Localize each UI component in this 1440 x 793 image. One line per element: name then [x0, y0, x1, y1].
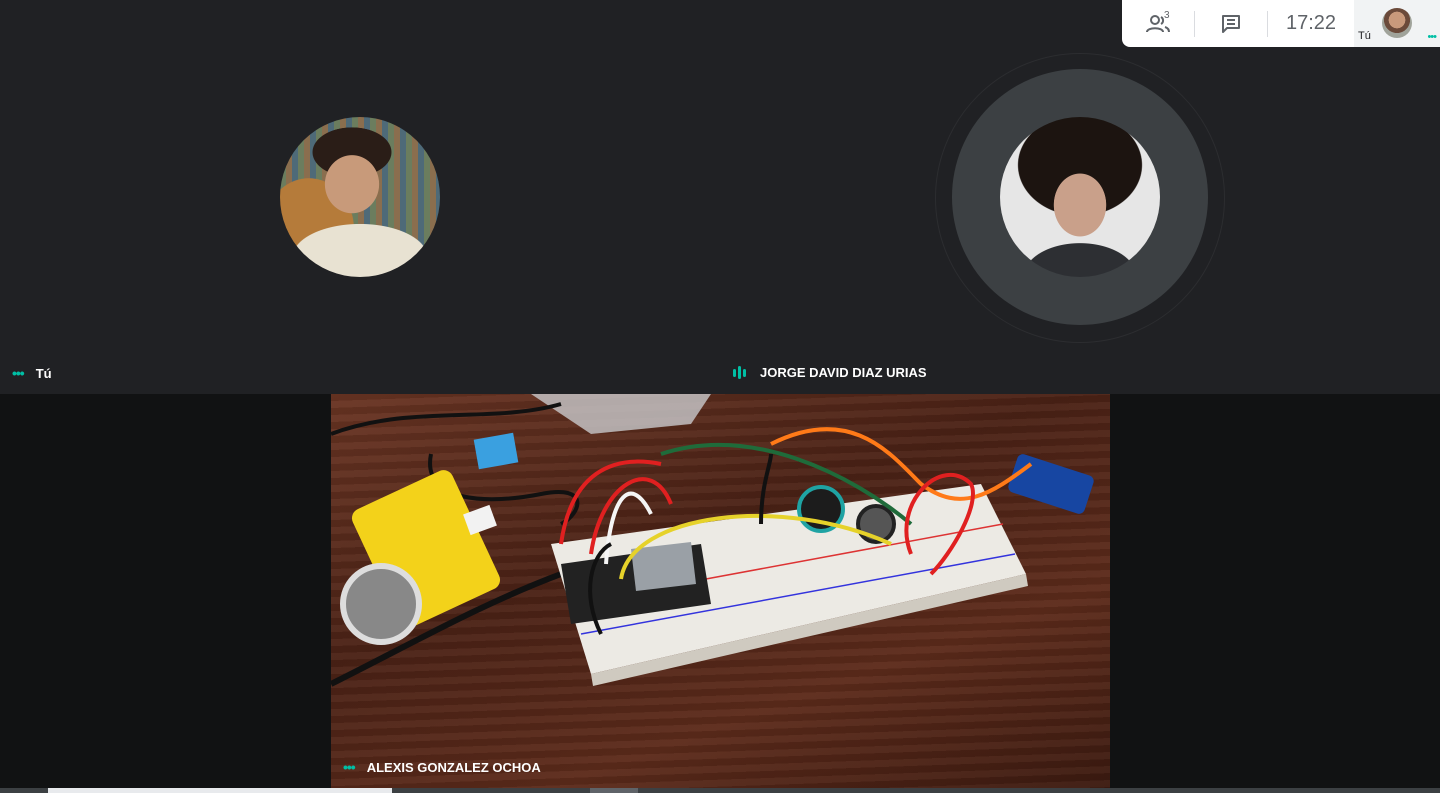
participant-name: JORGE DAVID DIAZ URIAS	[760, 365, 927, 380]
participant-name: Tú	[35, 365, 52, 381]
participant-name: ALEXIS GONZALEZ OCHOA	[366, 759, 541, 775]
jorge-tile-label: JORGE DAVID DIAZ URIAS	[733, 365, 927, 380]
more-options-icon[interactable]: •••	[12, 365, 25, 381]
people-button[interactable]: 3	[1122, 0, 1194, 47]
participant-count: 3	[1164, 10, 1170, 21]
scrollbar-segment	[590, 788, 638, 793]
self-tile-label: ••• Tú	[12, 365, 52, 381]
self-avatar-large	[280, 117, 440, 277]
presenter-label: ••• ALEXIS GONZALEZ OCHOA	[343, 759, 541, 775]
self-view[interactable]: Tú •••	[1354, 0, 1440, 47]
audio-level-icon	[733, 366, 746, 379]
self-avatar	[1382, 8, 1412, 38]
more-options-icon[interactable]: •••	[343, 759, 356, 775]
chat-icon	[1222, 14, 1240, 33]
chat-button[interactable]	[1195, 0, 1267, 47]
jorge-avatar	[1000, 117, 1160, 277]
presenter-video[interactable]	[331, 394, 1110, 788]
self-view-label: Tú	[1358, 30, 1371, 42]
video-frame	[331, 394, 1094, 687]
scrollbar-thumb[interactable]	[48, 788, 392, 793]
meeting-info-panel: 3 17:22 Tú •••	[1122, 0, 1440, 47]
more-icon[interactable]: •••	[1427, 31, 1437, 43]
meeting-clock: 17:22	[1285, 12, 1337, 34]
